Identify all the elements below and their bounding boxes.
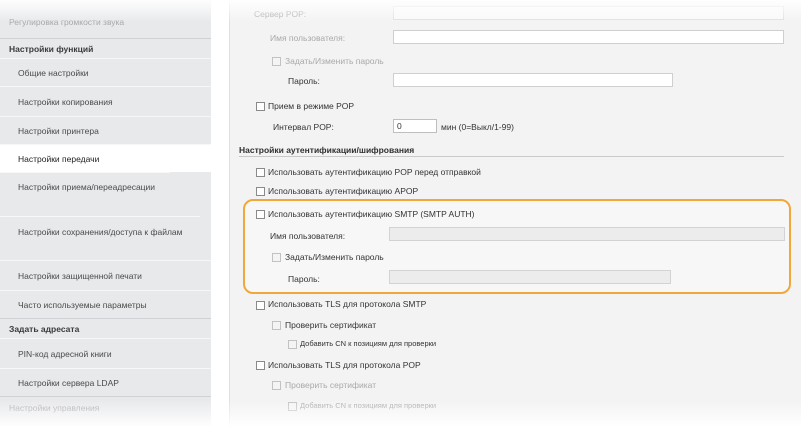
sidebar-item-favorites[interactable]: Часто используемые параметры <box>0 290 211 318</box>
tls-smtp-verify-label: Проверить сертификат <box>285 320 377 330</box>
smtp-username-input[interactable] <box>389 227 785 241</box>
tls-pop-add-cn-label: Добавить CN к позициям для проверки <box>300 401 437 410</box>
tls-pop-label: Использовать TLS для протокола POP <box>268 360 421 370</box>
smtp-username-label: Имя пользователя: <box>270 231 346 241</box>
tls-pop-add-cn-checkbox[interactable] <box>288 402 297 411</box>
sidebar-item-ldap[interactable]: Настройки сервера LDAP <box>0 368 211 396</box>
pop-interval-input[interactable]: 0 <box>393 119 437 133</box>
sidebar-item-volume[interactable]: Регулировка громкости звука <box>0 12 211 32</box>
auth-apop-checkbox[interactable] <box>256 187 265 196</box>
pop-password-input[interactable] <box>393 73 673 87</box>
pop-receive-checkbox[interactable] <box>256 102 265 111</box>
pop-server-label: Сервер POP: <box>254 9 307 19</box>
sidebar-item-send[interactable]: Настройки передачи <box>0 144 211 172</box>
section-divider <box>239 156 784 157</box>
smtp-set-password-checkbox[interactable] <box>272 253 281 262</box>
pop-server-input[interactable] <box>393 6 784 20</box>
sidebar-item-secure-print[interactable]: Настройки защищенной печати <box>0 260 211 290</box>
sidebar-group-functions: Настройки функций <box>0 38 211 58</box>
tls-smtp-add-cn-checkbox[interactable] <box>288 340 297 349</box>
sidebar-group-addressee: Задать адресата <box>0 318 211 338</box>
smtp-password-input[interactable] <box>389 270 671 284</box>
tls-pop-verify-checkbox[interactable] <box>272 381 281 390</box>
auth-smtp-checkbox[interactable] <box>256 210 265 219</box>
sidebar-item-management[interactable]: Настройки управления <box>0 396 211 418</box>
pop-interval-label: Интервал POP: <box>273 122 334 132</box>
sidebar-item-copy[interactable]: Настройки копирования <box>0 86 211 116</box>
pop-set-password-checkbox[interactable] <box>272 57 281 66</box>
tls-smtp-verify-checkbox[interactable] <box>272 321 281 330</box>
auth-pop-before-send-label: Использовать аутентификацию POP перед от… <box>268 167 481 177</box>
pop-password-label: Пароль: <box>288 76 320 86</box>
pop-interval-unit: мин (0=Выкл/1-99) <box>441 122 514 132</box>
auth-smtp-label: Использовать аутентификацию SMTP (SMTP A… <box>268 209 475 219</box>
pop-set-password-label: Задать/Изменить пароль <box>285 56 384 66</box>
tls-pop-checkbox[interactable] <box>256 361 265 370</box>
tls-pop-verify-label: Проверить сертификат <box>285 380 377 390</box>
smtp-password-label: Пароль: <box>288 274 320 284</box>
sidebar-item-general[interactable]: Общие настройки <box>0 58 211 86</box>
auth-pop-before-send-checkbox[interactable] <box>256 168 265 177</box>
pop-username-input[interactable] <box>393 30 784 44</box>
pop-username-label: Имя пользователя: <box>270 33 346 43</box>
sidebar-item-address-book-pin[interactable]: PIN-код адресной книги <box>0 338 211 368</box>
sidebar-item-receive-forward[interactable]: Настройки приема/переадресации <box>0 172 170 216</box>
smtp-set-password-label: Задать/Изменить пароль <box>285 252 384 262</box>
tls-smtp-label: Использовать TLS для протокола SMTP <box>268 299 427 309</box>
tls-smtp-add-cn-label: Добавить CN к позициям для проверки <box>300 339 437 348</box>
settings-sidebar: Регулировка громкости звука Настройки фу… <box>0 0 211 426</box>
sidebar-item-printer[interactable]: Настройки принтера <box>0 116 211 144</box>
auth-apop-label: Использовать аутентификацию APOP <box>268 186 419 196</box>
pop-receive-label: Прием в режиме POP <box>268 101 355 111</box>
tls-smtp-checkbox[interactable] <box>256 301 265 310</box>
auth-section-title: Настройки аутентификации/шифрования <box>239 145 415 155</box>
sidebar-item-store-access[interactable]: Настройки сохранения/доступа к файлам <box>0 216 200 260</box>
